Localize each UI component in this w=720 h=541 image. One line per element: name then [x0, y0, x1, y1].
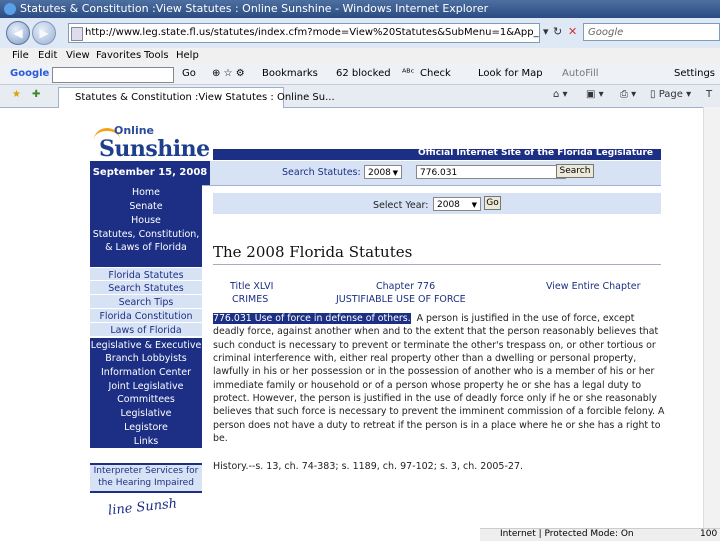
- sidebar-item-search-statutes[interactable]: Search Statutes: [90, 281, 202, 295]
- security-zone: Internet | Protected Mode: On: [500, 529, 634, 539]
- sidebar-item-home[interactable]: Home: [90, 185, 202, 199]
- sidebar-item-legislative-executive-branch-lobbyists[interactable]: Legislative & Executive Branch Lobbyists: [90, 337, 202, 365]
- page-menu-label: Page: [658, 89, 683, 100]
- url-text: http://www.leg.state.fl.us/statutes/inde…: [85, 27, 539, 38]
- bookmarks-button[interactable]: Bookmarks: [262, 68, 318, 79]
- menu-file[interactable]: File: [12, 50, 29, 61]
- history-note: History.--s. 13, ch. 74-383; s. 1189, ch…: [213, 461, 524, 472]
- interpreter-services-link[interactable]: Interpreter Services for the Hearing Imp…: [90, 463, 202, 493]
- check-button[interactable]: Check: [420, 68, 451, 79]
- menu-tools[interactable]: Tools: [144, 50, 169, 61]
- print-icon[interactable]: ⎙ ▾: [620, 89, 636, 100]
- sidebar-item-florida-constitution[interactable]: Florida Constitution: [90, 309, 202, 323]
- back-button[interactable]: ◀: [6, 21, 30, 45]
- window-title: Statutes & Constitution :View Statutes :…: [20, 2, 489, 15]
- ie-icon: [4, 3, 16, 15]
- date-search-bar: September 15, 2008 Search Statutes: 2008…: [90, 161, 661, 186]
- sidebar-item-senate[interactable]: Senate: [90, 199, 202, 213]
- current-date: September 15, 2008: [90, 161, 210, 185]
- google-toolbar: Google Go ⊕ ☆ ⚙ Bookmarks 62 blocked ᴬᴮᶜ…: [0, 64, 720, 85]
- chevron-down-icon: ▼: [471, 201, 477, 209]
- page-icon: [71, 27, 83, 41]
- select-year-bar: Select Year: 2008 ▼ Go: [213, 193, 661, 214]
- refresh-icon[interactable]: ↻: [553, 25, 562, 38]
- select-year-value: 2008: [437, 200, 460, 210]
- search-button[interactable]: Search: [556, 164, 594, 178]
- toolbar-icons[interactable]: ⊕ ☆ ⚙: [212, 68, 245, 79]
- window-title-bar: Statutes & Constitution :View Statutes :…: [0, 0, 720, 18]
- popups-blocked-button[interactable]: 62 blocked: [336, 68, 391, 79]
- statute-search-input[interactable]: 776.031: [416, 165, 566, 179]
- title-subtitle: CRIMES: [232, 294, 269, 305]
- autofill-button[interactable]: AutoFill: [562, 68, 599, 79]
- page-scrollbar[interactable]: [703, 107, 720, 540]
- sidebar-item-statutes-constitution-laws-of-florida[interactable]: Statutes, Constitution, & Laws of Florid…: [90, 227, 202, 267]
- sidebar-item-legislative-employment[interactable]: Legislative Employment: [90, 406, 202, 432]
- official-site-text: Official Internet Site of the Florida Le…: [418, 148, 653, 158]
- forward-button[interactable]: ▶: [32, 21, 56, 45]
- statutes-heading: The 2008 Florida Statutes: [213, 243, 413, 261]
- address-bar-row: ◀ ▶ http://www.leg.state.fl.us/statutes/…: [0, 18, 720, 49]
- go-button[interactable]: Go: [484, 196, 501, 210]
- heading-divider: [213, 264, 661, 265]
- search-statutes-label: Search Statutes:: [282, 167, 361, 178]
- menu-edit[interactable]: Edit: [38, 50, 57, 61]
- add-favorites-icon[interactable]: ✚: [32, 89, 40, 100]
- section-label: 776.031 Use of force in defense of other…: [213, 313, 411, 324]
- statute-text: A person is justified in the use of forc…: [213, 313, 665, 445]
- dropdown-arrow-icon[interactable]: ▾: [543, 25, 549, 38]
- online-sunshine-logo[interactable]: Online Sunshine: [94, 122, 214, 162]
- browser-tab[interactable]: Statutes & Constitution :View Statutes :…: [58, 87, 335, 108]
- menu-help[interactable]: Help: [176, 50, 199, 61]
- tab-title: Statutes & Constitution :View Statutes :…: [75, 92, 335, 103]
- sidebar-item-information-center[interactable]: Information Center: [90, 365, 202, 379]
- search-year-value: 2008: [368, 168, 391, 178]
- chevron-down-icon: ▼: [392, 169, 398, 177]
- google-go-button[interactable]: Go: [182, 68, 196, 79]
- spell-check-icon: ᴬᴮᶜ: [402, 68, 415, 79]
- sunshine-seal-logo: line Sunsh: [107, 496, 178, 519]
- stop-icon[interactable]: ✕: [568, 25, 577, 38]
- page-menu[interactable]: ▯ Page ▾: [650, 89, 691, 100]
- select-year-label: Select Year:: [373, 200, 429, 211]
- menu-view[interactable]: View: [66, 50, 90, 61]
- tools-menu[interactable]: T: [706, 89, 712, 100]
- google-logo: Google: [10, 68, 50, 79]
- sidebar-item-laws-of-florida[interactable]: Laws of Florida: [90, 323, 202, 337]
- zoom-level[interactable]: 100: [700, 529, 717, 539]
- sidebar-item-legistore[interactable]: Legistore: [90, 420, 202, 434]
- official-site-banner: Official Internet Site of the Florida Le…: [213, 148, 661, 160]
- menu-favorites[interactable]: Favorites: [96, 50, 141, 61]
- url-field[interactable]: http://www.leg.state.fl.us/statutes/inde…: [68, 23, 540, 43]
- tab-bar: ★ ✚ Statutes & Constitution :View Statut…: [0, 85, 720, 108]
- select-year-dropdown[interactable]: 2008 ▼: [433, 197, 481, 211]
- status-bar: Internet | Protected Mode: On 100: [480, 528, 720, 541]
- chapter-subtitle: JUSTIFIABLE USE OF FORCE: [336, 294, 466, 305]
- sidebar-item-florida-statutes[interactable]: Florida Statutes: [90, 267, 202, 281]
- search-year-select[interactable]: 2008 ▼: [364, 165, 402, 179]
- sidebar-item-links[interactable]: Links: [90, 434, 202, 448]
- look-for-map-button[interactable]: Look for Map: [478, 68, 543, 79]
- sidebar-item-house[interactable]: House: [90, 213, 202, 227]
- menu-bar: File Edit View Favorites Tools Help: [0, 48, 720, 64]
- settings-button[interactable]: Settings: [674, 68, 715, 79]
- sidebar-item-joint-legislative-committees[interactable]: Joint Legislative Committees: [90, 379, 202, 406]
- search-input[interactable]: Google: [583, 23, 720, 41]
- sidebar-item-search-tips[interactable]: Search Tips: [90, 295, 202, 309]
- favorites-star-icon[interactable]: ★: [12, 89, 21, 100]
- statute-body: 776.031 Use of force in defense of other…: [213, 312, 665, 445]
- feeds-icon[interactable]: ▣ ▾: [586, 89, 604, 100]
- logo-sunshine-text: Sunshine: [99, 136, 210, 162]
- google-search-input[interactable]: [52, 67, 174, 83]
- site-sidebar: Home Senate House Statutes, Constitution, &…: [90, 185, 202, 448]
- view-entire-chapter-link[interactable]: View Entire Chapter: [546, 281, 641, 292]
- title-link[interactable]: Title XLVI: [230, 281, 273, 292]
- home-icon[interactable]: ⌂ ▾: [553, 89, 568, 100]
- chapter-link[interactable]: Chapter 776: [376, 281, 435, 292]
